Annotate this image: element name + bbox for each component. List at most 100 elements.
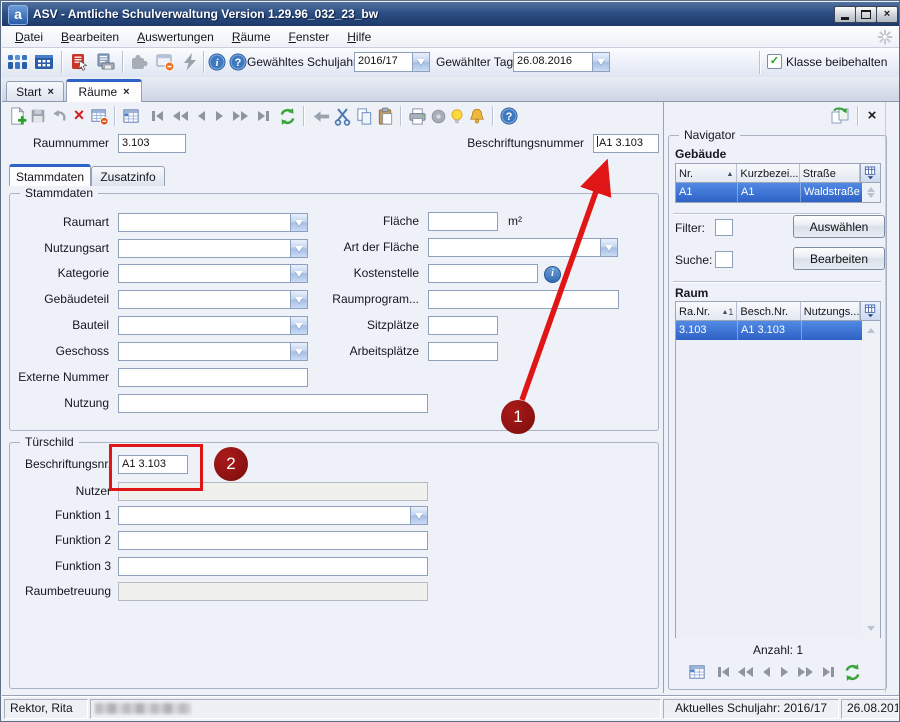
- raumnummer-field[interactable]: 3.103: [118, 134, 186, 153]
- navigator-last-button[interactable]: [818, 662, 838, 682]
- gebaeudeteil-select[interactable]: [118, 290, 308, 309]
- funktion1-dropdown-button[interactable]: [410, 507, 427, 524]
- art-der-flaeche-dropdown-button[interactable]: [600, 239, 617, 256]
- next-record-button[interactable]: [211, 106, 227, 126]
- beschriftungsnummer-field[interactable]: A1 3.103: [593, 134, 659, 153]
- art-der-flaeche-select[interactable]: [428, 238, 618, 257]
- funktion2-field[interactable]: [118, 531, 428, 550]
- externe-nummer-field[interactable]: [118, 368, 308, 387]
- nutzung-field[interactable]: [118, 394, 428, 413]
- gebaeude-scrollbar[interactable]: [862, 183, 880, 202]
- navigator-next-button[interactable]: [776, 662, 792, 682]
- close-button[interactable]: ×: [876, 6, 898, 23]
- report-book-button[interactable]: [67, 51, 91, 73]
- delete-record-button[interactable]: ×: [69, 105, 89, 125]
- tab-start[interactable]: Start×: [6, 81, 64, 102]
- raum-row-selected[interactable]: 3.103 A1 3.103: [676, 321, 862, 340]
- navigator-prev-button[interactable]: [758, 662, 774, 682]
- nutzungsart-select[interactable]: [118, 239, 308, 258]
- funktion1-select[interactable]: [118, 506, 428, 525]
- fast-backward-button[interactable]: [169, 106, 191, 126]
- preview-button-disabled[interactable]: [428, 106, 448, 126]
- raumart-select[interactable]: [118, 213, 308, 232]
- back-button-disabled[interactable]: [311, 106, 331, 126]
- funktion3-field[interactable]: [118, 557, 428, 576]
- auswaehlen-button[interactable]: Auswählen: [793, 215, 885, 238]
- gebaeude-row-selected[interactable]: A1 A1 Waldstraße: [676, 183, 862, 202]
- close-view-button[interactable]: ×: [863, 106, 881, 124]
- navigator-fast-back-button[interactable]: [734, 662, 756, 682]
- bauteil-select[interactable]: [118, 316, 308, 335]
- raumart-dropdown-button[interactable]: [290, 214, 307, 231]
- nutzungsart-dropdown-button[interactable]: [290, 240, 307, 257]
- first-record-button[interactable]: [147, 106, 167, 126]
- refresh-button[interactable]: [277, 106, 297, 126]
- minimize-button[interactable]: [834, 6, 856, 23]
- new-record-button[interactable]: [7, 106, 27, 126]
- menu-auswertungen[interactable]: Auswertungen: [128, 28, 223, 46]
- module-students-button[interactable]: [6, 51, 30, 73]
- raum-col-beschnr[interactable]: Besch.Nr.: [737, 302, 800, 320]
- tag-select[interactable]: 26.08.2016: [513, 52, 610, 72]
- gebaeude-column-config-button[interactable]: [860, 164, 880, 182]
- maximize-button[interactable]: [855, 6, 877, 23]
- menu-fenster[interactable]: Fenster: [280, 28, 339, 46]
- notifications-button[interactable]: [467, 106, 487, 126]
- print-list-button[interactable]: [93, 51, 117, 73]
- tab-zusatzinfo[interactable]: Zusatzinfo: [91, 166, 165, 186]
- info-button[interactable]: i: [207, 52, 227, 72]
- close-window-module-button[interactable]: [153, 51, 177, 73]
- navigator-fast-forward-button[interactable]: [794, 662, 816, 682]
- flaeche-field[interactable]: [428, 212, 498, 231]
- geschoss-select[interactable]: [118, 342, 308, 361]
- navigator-table-view-button[interactable]: [687, 662, 707, 682]
- bauteil-dropdown-button[interactable]: [290, 317, 307, 334]
- paste-button[interactable]: [375, 106, 395, 126]
- undo-button-disabled[interactable]: [49, 106, 69, 126]
- gebaeudeteil-dropdown-button[interactable]: [290, 291, 307, 308]
- tab-stammdaten[interactable]: Stammdaten: [9, 164, 91, 186]
- save-button-disabled[interactable]: [28, 106, 48, 126]
- raum-column-config-button[interactable]: [860, 302, 880, 320]
- fast-forward-button[interactable]: [229, 106, 251, 126]
- tab-start-close-icon[interactable]: ×: [47, 86, 53, 98]
- schuljahr-dropdown-button[interactable]: [412, 53, 429, 71]
- sitzplaetze-field[interactable]: [428, 316, 498, 335]
- previous-record-button[interactable]: [193, 106, 209, 126]
- plugin-button-disabled[interactable]: [127, 51, 151, 73]
- remove-from-table-button[interactable]: [89, 106, 109, 126]
- copy-button[interactable]: [354, 106, 374, 126]
- filter-field[interactable]: [715, 219, 733, 236]
- hints-button[interactable]: [447, 106, 467, 126]
- last-record-button[interactable]: [253, 106, 273, 126]
- quick-action-button-disabled[interactable]: [179, 51, 201, 73]
- klasse-beibehalten-checkbox[interactable]: ✓: [767, 54, 782, 69]
- switch-view-button[interactable]: [829, 105, 851, 127]
- menu-bearbeiten[interactable]: Bearbeiten: [52, 28, 128, 46]
- help-button[interactable]: ?: [228, 52, 248, 72]
- schuljahr-select[interactable]: 2016/17: [354, 52, 430, 72]
- print-button[interactable]: [407, 106, 427, 126]
- raum-scrollbar[interactable]: [862, 321, 880, 638]
- geschoss-dropdown-button[interactable]: [290, 343, 307, 360]
- kategorie-select[interactable]: [118, 264, 308, 283]
- bearbeiten-button[interactable]: Bearbeiten: [793, 247, 885, 270]
- tab-raeume[interactable]: Räume×: [66, 79, 142, 102]
- module-building-button[interactable]: [32, 51, 56, 73]
- menu-datei[interactable]: Datei: [6, 28, 52, 46]
- menu-raeume[interactable]: Räume: [223, 28, 280, 46]
- navigator-first-button[interactable]: [713, 662, 733, 682]
- gebaeude-col-strasse[interactable]: Straße: [800, 164, 860, 182]
- tab-raeume-close-icon[interactable]: ×: [123, 86, 129, 98]
- arbeitsplaetze-field[interactable]: [428, 342, 498, 361]
- navigator-refresh-button[interactable]: [842, 662, 862, 682]
- gebaeude-col-kurzbez[interactable]: Kurzbezei...: [737, 164, 799, 182]
- cut-button[interactable]: [333, 106, 353, 126]
- context-help-button[interactable]: ?: [499, 106, 519, 126]
- raum-col-ranr[interactable]: Ra.Nr.▲1: [676, 302, 737, 320]
- kostenstelle-field[interactable]: [428, 264, 538, 283]
- suche-field[interactable]: [715, 251, 733, 268]
- kostenstelle-info-icon[interactable]: i: [544, 266, 561, 283]
- goto-table-button[interactable]: [121, 106, 141, 126]
- raum-col-nutzungs[interactable]: Nutzungs...: [801, 302, 860, 320]
